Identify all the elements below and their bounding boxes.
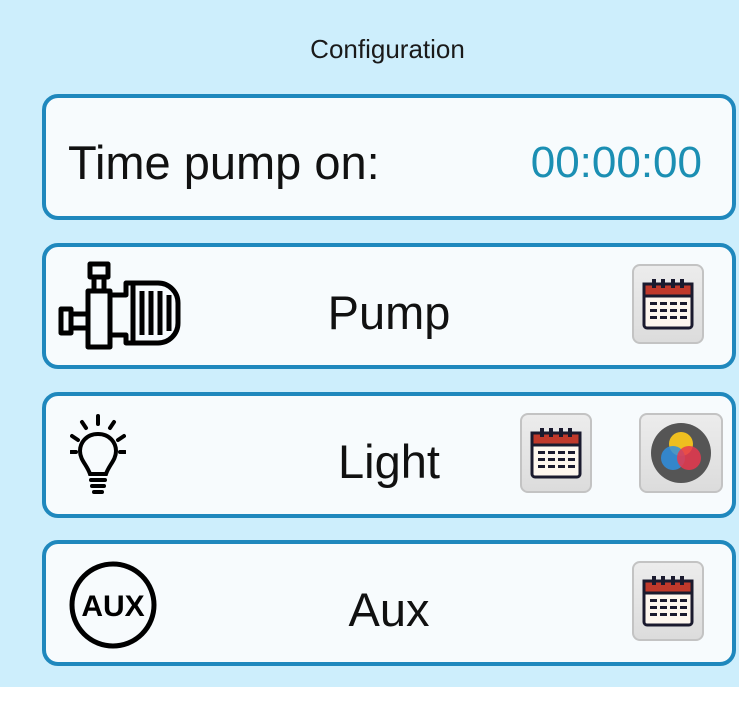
time-pump-on-label: Time pump on: <box>68 136 380 189</box>
pump-card[interactable]: Pump <box>42 243 736 369</box>
calendar-icon <box>530 428 582 479</box>
time-pump-on-value: 00:00:00 <box>530 138 702 187</box>
device-label-light: Light <box>338 435 440 488</box>
aux-schedule-button[interactable] <box>632 561 704 641</box>
color-wheel-icon <box>651 423 711 483</box>
device-label-aux: Aux <box>348 583 430 636</box>
screen: Configuration Time pump on: 00:00:00 Pum… <box>0 0 739 687</box>
calendar-icon <box>642 576 694 627</box>
light-schedule-button[interactable] <box>520 413 592 493</box>
calendar-icon <box>642 279 694 330</box>
light-card[interactable]: Light <box>42 392 736 518</box>
pump-schedule-button[interactable] <box>632 264 704 344</box>
aux-card[interactable]: AUX Aux <box>42 540 736 666</box>
page-title: Configuration <box>310 34 465 64</box>
time-pump-on-card: Time pump on: 00:00:00 <box>42 94 736 220</box>
device-label-pump: Pump <box>327 286 451 339</box>
light-color-button[interactable] <box>639 413 723 493</box>
